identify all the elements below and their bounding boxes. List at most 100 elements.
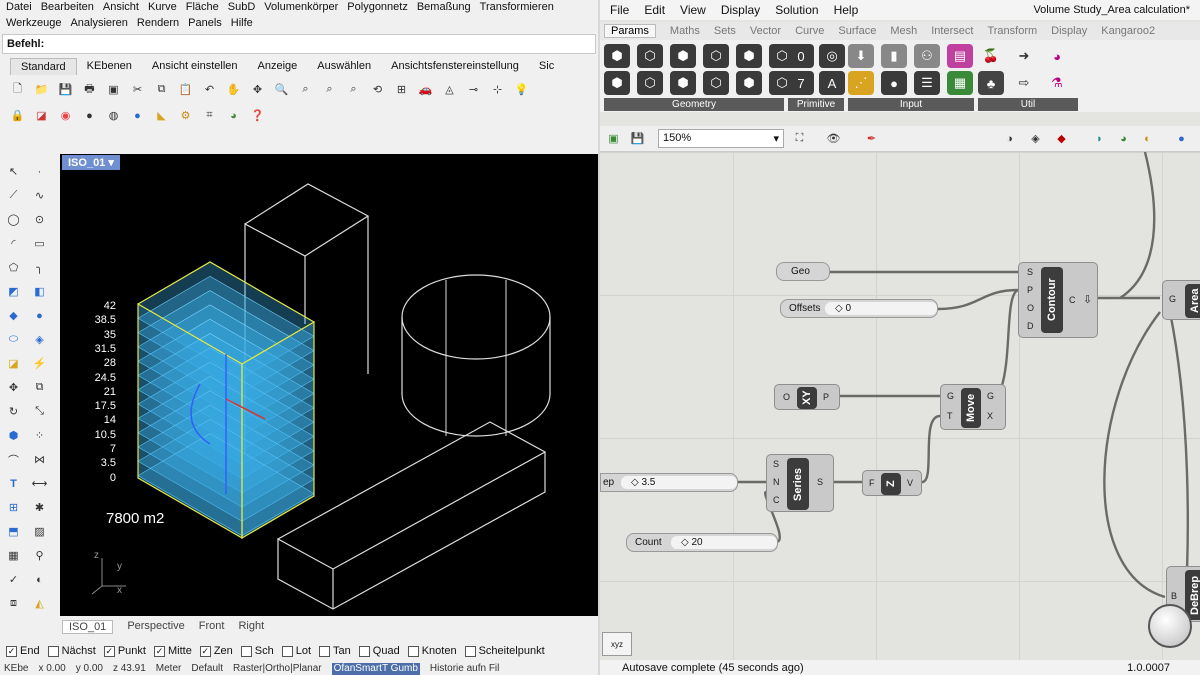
- move-view-icon[interactable]: ✥: [248, 80, 267, 99]
- grid-icon[interactable]: ▦: [4, 546, 23, 565]
- gh-menu-item-0[interactable]: File: [610, 3, 629, 17]
- gh-dial-icon[interactable]: ●: [881, 71, 907, 95]
- series-component[interactable]: S N C Series S: [766, 454, 834, 512]
- gh-canvas[interactable]: Geo Offsets ◇ 0 S P O D Contour C ⇩ G Ar…: [600, 152, 1200, 660]
- status-history[interactable]: Historie aufn Fil: [430, 663, 499, 675]
- box-icon[interactable]: ◆: [4, 306, 23, 325]
- gh-plane-param-icon[interactable]: ⬢: [670, 71, 696, 95]
- z-pin-v[interactable]: V: [907, 478, 913, 488]
- count-slider[interactable]: Count ◇ 20: [626, 533, 778, 552]
- gh-boolean-param-icon[interactable]: 0: [788, 44, 814, 68]
- preview-selected-icon[interactable]: ◆: [1052, 129, 1071, 148]
- gh-tree-icon[interactable]: ♣: [978, 71, 1004, 95]
- sphere-icon[interactable]: ●: [30, 306, 49, 325]
- open-folder-icon[interactable]: 📁: [32, 80, 51, 99]
- gh-menu-item-5[interactable]: Help: [834, 3, 859, 17]
- gh-box-param-icon[interactable]: ⬡: [637, 44, 663, 68]
- cut-icon[interactable]: ✂: [128, 80, 147, 99]
- command-line[interactable]: Befehl:: [2, 34, 596, 54]
- four-view-icon[interactable]: ⊞: [392, 80, 411, 99]
- gh-tab-6[interactable]: Mesh: [890, 25, 917, 37]
- pan-icon[interactable]: ✋: [224, 80, 243, 99]
- document-preview-icon[interactable]: ◕: [1114, 129, 1133, 148]
- move-pin-g-in[interactable]: G: [947, 391, 954, 401]
- gh-tab-4[interactable]: Curve: [795, 25, 824, 37]
- preview-eye-icon[interactable]: 👁: [824, 129, 843, 148]
- zoom-icon[interactable]: 🔍: [272, 80, 291, 99]
- osnap-checkbox-8[interactable]: [358, 645, 370, 657]
- globe-icon[interactable]: ●: [128, 106, 147, 125]
- gh-text-param-icon[interactable]: A: [819, 71, 845, 95]
- gh-cherry-icon[interactable]: 🍒: [978, 44, 1004, 68]
- hatch-icon[interactable]: ▨: [30, 522, 49, 541]
- status-default-layer[interactable]: Default: [191, 663, 223, 675]
- gh-mesh-param-icon[interactable]: ⬢: [736, 44, 762, 68]
- mesh-settings-icon[interactable]: ◗: [1090, 129, 1109, 148]
- viewport-label[interactable]: ISO_01 ▾: [62, 155, 120, 170]
- gh-flask-icon[interactable]: ⚗: [1044, 71, 1070, 95]
- osnap-3[interactable]: ✓ Mitte: [153, 645, 192, 657]
- viewport-tab-1[interactable]: Perspective: [127, 620, 184, 634]
- contour-pin-c[interactable]: C: [1069, 295, 1076, 305]
- undo-icon[interactable]: ↶: [200, 80, 219, 99]
- gh-tab-8[interactable]: Transform: [987, 25, 1037, 37]
- contour-pin-s[interactable]: S: [1027, 267, 1033, 277]
- trim-icon[interactable]: ⌒: [4, 450, 23, 469]
- group-icon[interactable]: ⬢: [4, 426, 23, 445]
- zoom-extents-gh-icon[interactable]: ⛶: [790, 129, 809, 148]
- circle-center-icon[interactable]: ⊙: [30, 210, 49, 229]
- cplane-icon[interactable]: ⊸: [464, 80, 483, 99]
- gh-toggle-icon[interactable]: ⚇: [914, 44, 940, 68]
- gh-panel-icon[interactable]: ⬇: [848, 44, 874, 68]
- extrude-icon[interactable]: ◧: [30, 282, 49, 301]
- move-icon[interactable]: ✥: [4, 378, 23, 397]
- move-pin-t[interactable]: T: [947, 411, 953, 421]
- preview-wire-icon[interactable]: ◑: [1000, 129, 1019, 148]
- toolbar-tab-2[interactable]: Ansicht einstellen: [142, 58, 248, 75]
- gh-navigator-widget[interactable]: [1148, 604, 1192, 648]
- save-icon[interactable]: 💾: [56, 80, 75, 99]
- boolean-icon[interactable]: ◪: [4, 354, 23, 373]
- status-osnap-toggle[interactable]: OfanSmartT Gumb: [331, 663, 420, 675]
- osnap-0[interactable]: ✓ End: [6, 645, 40, 657]
- zoom-extents-icon[interactable]: ⌕: [320, 80, 339, 99]
- contour-pin-o[interactable]: O: [1027, 303, 1034, 313]
- gh-md-slider-icon[interactable]: ▦: [947, 71, 973, 95]
- split-icon[interactable]: ⚡: [30, 354, 49, 373]
- menu-item-8[interactable]: Bemaßung: [417, 0, 471, 16]
- named-view-icon[interactable]: ◬: [440, 80, 459, 99]
- osnap-checkbox-10[interactable]: [464, 645, 476, 657]
- toolbar-tab-5[interactable]: Ansichtsfenstereinstellung: [381, 58, 529, 75]
- contour-component[interactable]: S P O D Contour C ⇩: [1018, 262, 1098, 338]
- gh-arrow-right-icon[interactable]: ➜: [1011, 44, 1037, 68]
- osnap-10[interactable]: Scheitelpunkt: [464, 645, 545, 657]
- osnap-checkbox-3[interactable]: ✓: [153, 645, 165, 657]
- lock-icon[interactable]: 🔒: [8, 106, 27, 125]
- gh-tab-0[interactable]: Params: [604, 24, 656, 38]
- solver-icon[interactable]: ◐: [1138, 129, 1157, 148]
- scale-icon[interactable]: ⤡: [30, 402, 49, 421]
- section-icon[interactable]: ⧈: [4, 594, 23, 613]
- car-icon[interactable]: 🚗: [416, 80, 435, 99]
- menu-item-7[interactable]: Polygonnetz: [347, 0, 408, 16]
- gh-button-icon[interactable]: ▮: [881, 44, 907, 68]
- unit-z-component[interactable]: F Z V: [862, 470, 922, 496]
- series-pin-c[interactable]: C: [773, 495, 780, 505]
- ribbon-label-util[interactable]: Util: [978, 98, 1078, 111]
- ribbon-label-input[interactable]: Input: [848, 98, 974, 111]
- circle-icon[interactable]: ◯: [4, 210, 23, 229]
- menu-item-14[interactable]: Hilfe: [231, 16, 253, 32]
- gh-arrow-outline-icon[interactable]: ⇨: [1011, 71, 1037, 95]
- osnap-checkbox-2[interactable]: ✓: [103, 645, 115, 657]
- cylinder-icon[interactable]: ⬭: [4, 330, 23, 349]
- step-slider[interactable]: ep ◇ 3.5: [600, 473, 738, 492]
- zoom-window-icon[interactable]: ⌕: [296, 80, 315, 99]
- sketch-pen-icon[interactable]: ✒: [862, 129, 881, 148]
- osnap-8[interactable]: Quad: [358, 645, 400, 657]
- check-icon[interactable]: ✓: [4, 570, 23, 589]
- gh-integer-param-icon[interactable]: 7: [788, 71, 814, 95]
- menu-item-11[interactable]: Analysieren: [70, 16, 127, 32]
- select-arrow-icon[interactable]: ↖: [4, 162, 23, 181]
- osnap-checkbox-5[interactable]: [240, 645, 252, 657]
- rectangle-icon[interactable]: ▭: [30, 234, 49, 253]
